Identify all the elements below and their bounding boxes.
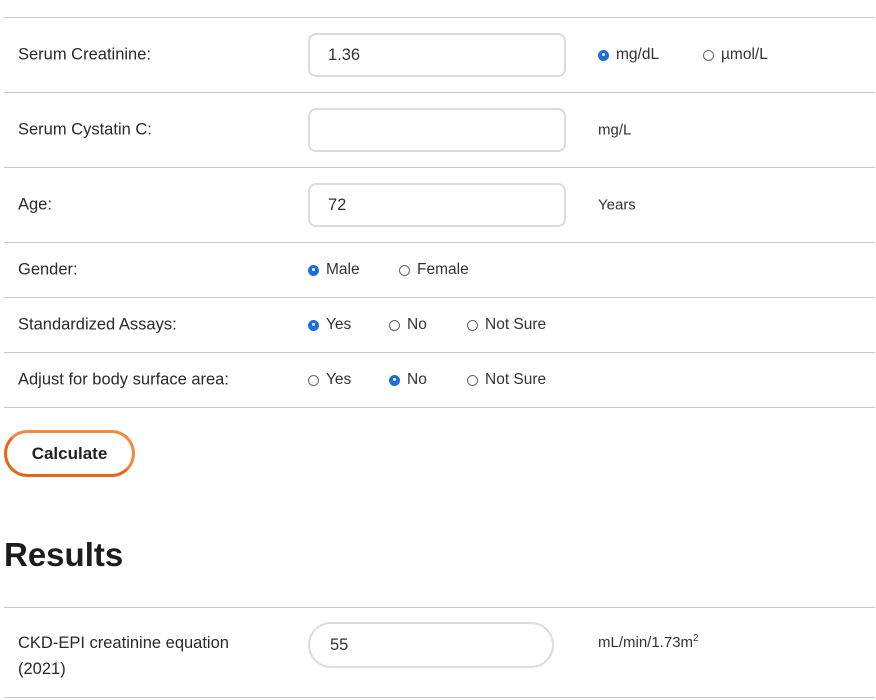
serum-cystatin-input[interactable] (308, 108, 566, 152)
unit-umoll-radio[interactable]: µmol/L (703, 46, 768, 64)
standardized-assays-label: Standardized Assays: (18, 315, 177, 334)
age-unit: Years (598, 196, 636, 214)
standardized-notsure-radio[interactable]: Not Sure (467, 316, 546, 334)
radio-unselected-icon (389, 319, 400, 331)
unit-umoll-label: µmol/L (721, 46, 768, 63)
adjust-bsa-label: Adjust for body surface area: (18, 370, 229, 389)
bsa-notsure-radio[interactable]: Not Sure (467, 371, 546, 389)
egfr-form: Serum Creatinine: mg/dL µmol/L Serum Cys… (4, 17, 875, 408)
serum-creatinine-label: Serum Creatinine: (18, 45, 151, 64)
row-gender: Gender: Male Female (4, 243, 875, 298)
radio-selected-icon (308, 264, 319, 276)
gender-male-label: Male (326, 261, 360, 278)
gender-female-label: Female (417, 261, 469, 278)
standardized-no-label: No (407, 316, 427, 333)
bsa-yes-radio[interactable]: Yes (308, 371, 351, 389)
bsa-no-radio[interactable]: No (389, 371, 427, 389)
radio-unselected-icon (308, 374, 319, 386)
row-adjust-bsa: Adjust for body surface area: Yes No Not… (4, 353, 875, 408)
radio-unselected-icon (399, 264, 410, 276)
serum-cystatin-label: Serum Cystatin C: (18, 120, 152, 139)
calculate-button[interactable]: Calculate (4, 430, 135, 477)
results-row-ckd-epi: CKD-EPI creatinine equation (2021) mL/mi… (4, 607, 875, 698)
row-standardized-assays: Standardized Assays: Yes No Not Sure (4, 298, 875, 353)
radio-selected-icon (389, 374, 400, 386)
ckd-epi-result-field[interactable] (308, 622, 554, 668)
bsa-no-label: No (407, 371, 427, 388)
bsa-yes-label: Yes (326, 371, 352, 388)
standardized-notsure-label: Not Sure (485, 316, 547, 333)
row-serum-creatinine: Serum Creatinine: mg/dL µmol/L (4, 18, 875, 93)
gender-female-radio[interactable]: Female (399, 261, 469, 279)
ckd-epi-unit-base: mL/min/1.73m (598, 634, 694, 651)
row-age: Age: Years (4, 168, 875, 243)
results-heading: Results (4, 536, 124, 573)
standardized-no-radio[interactable]: No (389, 316, 427, 334)
serum-creatinine-input[interactable] (308, 33, 566, 77)
ckd-epi-unit-superscript: 2 (693, 633, 699, 644)
age-input[interactable] (308, 183, 566, 227)
radio-unselected-icon (467, 374, 478, 386)
gender-male-radio[interactable]: Male (308, 261, 360, 279)
radio-selected-icon (308, 319, 319, 331)
radio-unselected-icon (467, 319, 478, 331)
bsa-notsure-label: Not Sure (485, 371, 547, 388)
ckd-epi-unit: mL/min/1.73m2 (598, 633, 699, 652)
cystatin-unit: mg/L (598, 121, 632, 139)
standardized-yes-label: Yes (326, 316, 352, 333)
standardized-yes-radio[interactable]: Yes (308, 316, 351, 334)
radio-selected-icon (598, 49, 609, 61)
unit-mgdl-radio[interactable]: mg/dL (598, 46, 659, 64)
gender-label: Gender: (18, 260, 78, 279)
age-label: Age: (18, 195, 52, 214)
row-serum-cystatin: Serum Cystatin C: mg/L (4, 93, 875, 168)
unit-mgdl-label: mg/dL (616, 46, 660, 63)
radio-unselected-icon (703, 49, 714, 61)
ckd-epi-label: CKD-EPI creatinine equation (2021) (18, 634, 229, 678)
